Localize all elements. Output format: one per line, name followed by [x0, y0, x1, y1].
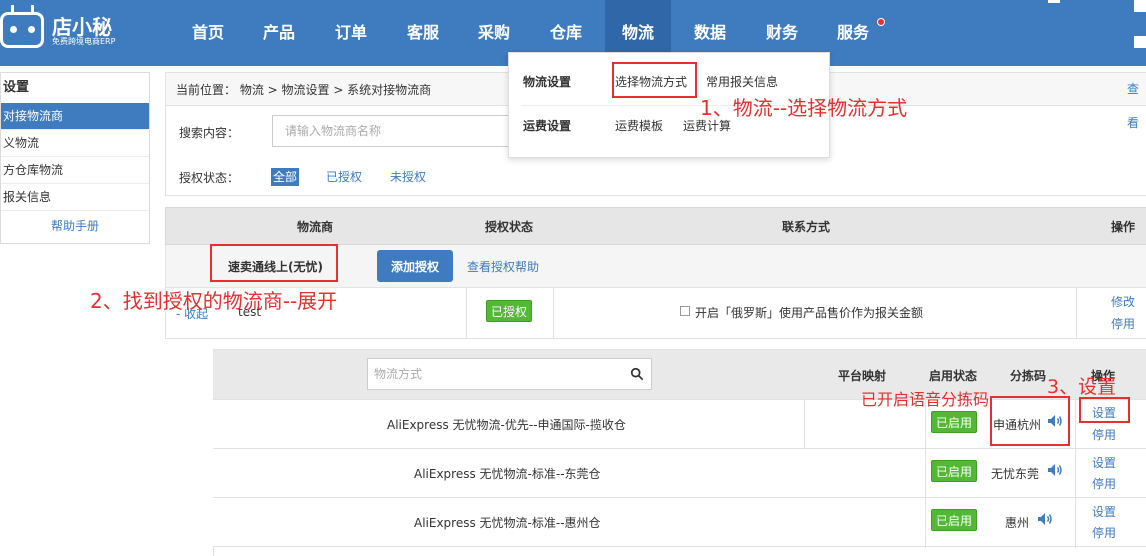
- nav-customer-service[interactable]: 客服: [390, 0, 456, 66]
- annotation-step-3: 3、设置: [1047, 376, 1117, 398]
- russia-price-option-label: 开启「俄罗斯」使用产品售价作为报关金额: [695, 306, 924, 320]
- dropdown-group-logistics-settings: 物流设置: [523, 75, 572, 89]
- provider-table-header: 物流商 授权状态 联系方式 操作: [165, 207, 1146, 245]
- edit-link[interactable]: 修改: [1111, 293, 1135, 310]
- annotation-step-2: 2、找到授权的物流商--展开: [90, 289, 338, 313]
- logo-subtitle: 免费跨境电商ERP: [52, 37, 116, 46]
- top-right-decoration: [1048, 0, 1060, 3]
- auth-help-link[interactable]: 查看授权帮助: [467, 258, 539, 275]
- top-right-decoration: [1134, 36, 1146, 48]
- auth-status-label: 授权状态：: [179, 171, 240, 185]
- search-icon[interactable]: [630, 367, 644, 381]
- method-disable-link[interactable]: 停用: [1092, 426, 1116, 443]
- disable-provider-link[interactable]: 停用: [1111, 315, 1135, 332]
- header-sort-code: 分拣码: [1010, 369, 1047, 383]
- sidebar-item-custom-logistics[interactable]: 义物流: [1, 130, 149, 157]
- nav-orders[interactable]: 订单: [318, 0, 384, 66]
- highlight-select-methods: [612, 62, 697, 98]
- dropdown-group-freight-settings: 运费设置: [523, 119, 572, 133]
- method-settings-link[interactable]: 设置: [1092, 454, 1116, 471]
- enabled-badge: 已启用: [931, 411, 978, 433]
- dropdown-item-freight-template[interactable]: 运费模板: [615, 117, 663, 134]
- search-label: 搜索内容：: [179, 126, 240, 140]
- highlight-settings-link: [1079, 397, 1130, 423]
- method-disable-link[interactable]: 停用: [1092, 524, 1116, 541]
- enabled-badge: 已启用: [931, 460, 978, 482]
- sidebar-item-system-carriers[interactable]: 对接物流商: [1, 103, 149, 130]
- table-divider: [213, 546, 1146, 547]
- method-settings-link[interactable]: 设置: [1092, 503, 1116, 520]
- header-auth-status: 授权状态: [485, 220, 534, 234]
- notification-dot: [877, 18, 885, 26]
- sort-code-value: 无忧东莞: [991, 467, 1040, 481]
- highlight-provider-name: [210, 244, 338, 282]
- header-actions: 操作: [1111, 220, 1136, 234]
- sort-code-value: 惠州: [1005, 516, 1030, 530]
- method-name: AliExpress 无忧物流-标准--惠州仓: [414, 516, 601, 530]
- russia-price-checkbox[interactable]: [680, 306, 690, 316]
- method-search-input[interactable]: [367, 358, 652, 390]
- method-name: AliExpress 无忧物流-优先--申通国际-揽收仓: [387, 418, 626, 432]
- sidebar-item-third-party-warehouse[interactable]: 方仓库物流: [1, 157, 149, 184]
- sidebar-item-customs-info[interactable]: 报关信息: [1, 184, 149, 211]
- header-contact: 联系方式: [782, 220, 831, 234]
- sidebar: 设置 对接物流商 义物流 方仓库物流 报关信息 帮助手册: [0, 72, 150, 244]
- nav-products[interactable]: 产品: [246, 0, 312, 66]
- authorized-badge: 已授权: [486, 300, 533, 322]
- header-enable-status: 启用状态: [929, 369, 978, 383]
- robot-logo-icon[interactable]: [0, 5, 44, 48]
- filter-unauthorized[interactable]: 未授权: [388, 168, 428, 186]
- nav-home[interactable]: 首页: [175, 0, 241, 66]
- filter-authorized[interactable]: 已授权: [324, 168, 364, 186]
- header-carrier: 物流商: [297, 220, 334, 234]
- dropdown-item-customs-info[interactable]: 常用报关信息: [706, 73, 778, 90]
- top-right-decoration: [1134, 0, 1146, 12]
- highlight-sort-code: [990, 396, 1070, 446]
- method-name: AliExpress 无忧物流-标准--东莞仓: [414, 467, 601, 481]
- add-authorization-button[interactable]: 添加授权: [377, 250, 453, 282]
- method-table-header: 平台映射 启用状态 分拣码 操作: [213, 349, 1146, 399]
- enabled-badge: 已启用: [931, 509, 978, 531]
- speaker-icon[interactable]: [1037, 511, 1053, 527]
- carrier-search-input[interactable]: [272, 115, 512, 147]
- help-manual-link[interactable]: 帮助手册: [1, 211, 149, 241]
- filter-all[interactable]: 全部: [271, 168, 300, 186]
- speaker-icon[interactable]: [1047, 462, 1063, 478]
- annotation-voice-sort-code: 已开启语音分拣码: [861, 390, 990, 409]
- method-disable-link[interactable]: 停用: [1092, 475, 1116, 492]
- annotation-step-1: 1、物流--选择物流方式: [700, 96, 908, 120]
- header-platform-mapping: 平台映射: [838, 369, 887, 383]
- sidebar-title: 设置: [3, 80, 30, 95]
- breadcrumb-view-link[interactable]: 查看: [1127, 72, 1146, 130]
